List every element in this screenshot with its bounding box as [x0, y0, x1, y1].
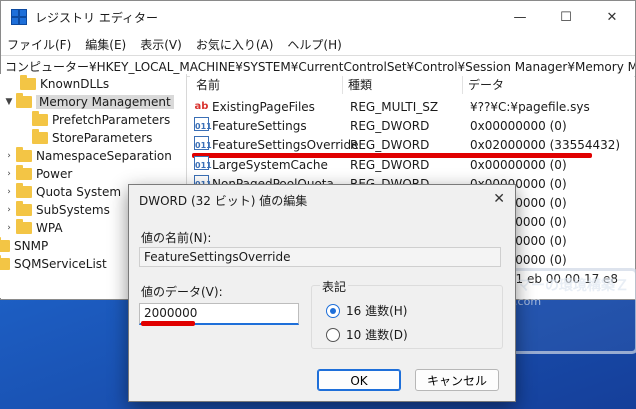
chevron-right-icon[interactable]: ›	[4, 151, 14, 161]
value-data: 0x00000000 (0)	[470, 119, 567, 133]
edit-dword-dialog: DWORD (32 ビット) 値の編集 ✕ 値の名前(N): FeatureSe…	[128, 184, 516, 402]
radix-hex-label: 16 進数(H)	[346, 304, 408, 318]
menu-bar: ファイル(F) 編集(E) 表示(V) お気に入り(A) ヘルプ(H)	[1, 33, 635, 55]
tree-item-label: NamespaceSeparation	[36, 149, 172, 163]
menu-file[interactable]: ファイル(F)	[7, 36, 71, 53]
string-value-icon: ab	[194, 101, 209, 112]
ok-button[interactable]: OK	[317, 369, 401, 391]
value-data: 0x00000000 (0)	[470, 158, 567, 172]
binary-value-icon: 011	[194, 156, 212, 170]
radix-hex-option[interactable]: 16 進数(H)	[326, 302, 407, 319]
tree-item-label: WPA	[36, 221, 63, 235]
tree-item-memory-management[interactable]: ▼ Memory Management	[4, 93, 174, 111]
folder-icon	[16, 201, 32, 216]
menu-view[interactable]: 表示(V)	[140, 36, 182, 53]
tree-item-snmp[interactable]: SNMP	[0, 237, 48, 255]
value-name: LargeSystemCache	[212, 158, 328, 172]
folder-icon	[0, 255, 10, 270]
tree-item-label: KnownDLLs	[40, 77, 110, 91]
value-name: FeatureSettings	[212, 119, 307, 133]
title-bar[interactable]: レジストリ エディター — ☐ ✕	[1, 1, 635, 33]
folder-icon	[16, 183, 32, 198]
chevron-right-icon[interactable]: ›	[4, 223, 14, 233]
value-type: REG_MULTI_SZ	[350, 100, 439, 114]
maximize-button[interactable]: ☐	[543, 1, 589, 33]
column-separator[interactable]	[462, 76, 463, 94]
column-header-name[interactable]: 名前	[196, 74, 220, 96]
dialog-title[interactable]: DWORD (32 ビット) 値の編集	[129, 185, 515, 215]
menu-favorites[interactable]: お気に入り(A)	[196, 36, 274, 53]
value-type: REG_DWORD	[350, 138, 430, 152]
tree-item-knowndlls[interactable]: KnownDLLs	[18, 75, 109, 93]
value-data: 0x02000000 (33554432)	[470, 138, 621, 152]
value-type: REG_DWORD	[350, 119, 430, 133]
tree-item-label: SQMServiceList	[14, 257, 107, 271]
registry-editor-icon	[11, 9, 27, 25]
tree-item-label: Power	[36, 167, 73, 181]
chevron-down-icon[interactable]: ▼	[4, 97, 14, 107]
tree-item-label: SNMP	[14, 239, 49, 253]
window-title: レジストリ エディター	[35, 10, 158, 25]
value-name: ExistingPageFiles	[212, 100, 315, 114]
column-header-type[interactable]: 種類	[348, 74, 372, 96]
dialog-close-button[interactable]: ✕	[493, 191, 505, 207]
red-highlight-underline	[141, 321, 195, 326]
folder-icon	[16, 219, 32, 234]
tree-item-label: PrefetchParameters	[52, 113, 171, 127]
close-button[interactable]: ✕	[589, 1, 635, 33]
menu-edit[interactable]: 編集(E)	[85, 36, 126, 53]
folder-icon	[32, 111, 48, 126]
tree-item-power[interactable]: › Power	[4, 165, 72, 183]
binary-value-icon: 011	[194, 136, 212, 150]
folder-icon	[20, 75, 36, 90]
folder-icon	[32, 129, 48, 144]
value-row[interactable]: 011 LargeSystemCache REG_DWORD 0x0000000…	[190, 156, 634, 174]
radio-unselected-icon[interactable]	[326, 327, 340, 342]
value-row[interactable]: 011 FeatureSettings REG_DWORD 0x00000000…	[190, 117, 634, 135]
tree-item-subsystems[interactable]: › SubSystems	[4, 201, 110, 219]
value-data-label: 値のデータ(V):	[141, 285, 223, 299]
column-separator[interactable]	[342, 76, 343, 94]
binary-value-icon: 011	[194, 117, 212, 131]
chevron-right-icon[interactable]: ›	[4, 187, 14, 197]
column-header-data[interactable]: データ	[468, 74, 504, 96]
tree-item-label: StoreParameters	[52, 131, 153, 145]
radix-group: 表記 16 進数(H) 10 進数(D)	[311, 278, 503, 349]
value-name: FeatureSettingsOverride	[212, 138, 359, 152]
value-row[interactable]: 011 FeatureSettingsOverride REG_DWORD 0x…	[190, 136, 634, 154]
tree-item-sqmservicelist[interactable]: SQMServiceList	[0, 255, 107, 273]
radix-label: 表記	[320, 278, 349, 295]
tree-item-prefetchparameters[interactable]: PrefetchParameters	[30, 111, 170, 129]
tree-item-namespaceseparation[interactable]: › NamespaceSeparation	[4, 147, 172, 165]
folder-icon	[16, 147, 32, 162]
value-data: ¥??¥C:¥pagefile.sys	[470, 100, 590, 114]
value-name-field: FeatureSettingsOverride	[139, 247, 501, 267]
radix-dec-label: 10 進数(D)	[346, 328, 408, 342]
tree-item-label: SubSystems	[36, 203, 110, 217]
tree-item-label: Quota System	[36, 185, 122, 199]
folder-icon	[16, 165, 32, 180]
folder-icon	[0, 237, 10, 252]
tree-item-quota-system[interactable]: › Quota System	[4, 183, 121, 201]
minimize-button[interactable]: —	[497, 1, 543, 33]
cancel-button[interactable]: キャンセル	[415, 369, 499, 391]
value-name-label: 値の名前(N):	[141, 231, 212, 245]
value-type: REG_DWORD	[350, 158, 430, 172]
folder-open-icon	[16, 93, 32, 108]
radix-dec-option[interactable]: 10 進数(D)	[326, 326, 408, 343]
chevron-right-icon[interactable]: ›	[4, 205, 14, 215]
menu-help[interactable]: ヘルプ(H)	[287, 36, 341, 53]
value-row[interactable]: ab ExistingPageFiles REG_MULTI_SZ ¥??¥C:…	[190, 98, 634, 116]
radio-selected-icon[interactable]	[326, 303, 340, 318]
tree-item-storeparameters[interactable]: StoreParameters	[30, 129, 152, 147]
tree-item-wpa[interactable]: › WPA	[4, 219, 63, 237]
tree-item-label: Memory Management	[36, 95, 174, 109]
chevron-right-icon[interactable]: ›	[4, 169, 14, 179]
